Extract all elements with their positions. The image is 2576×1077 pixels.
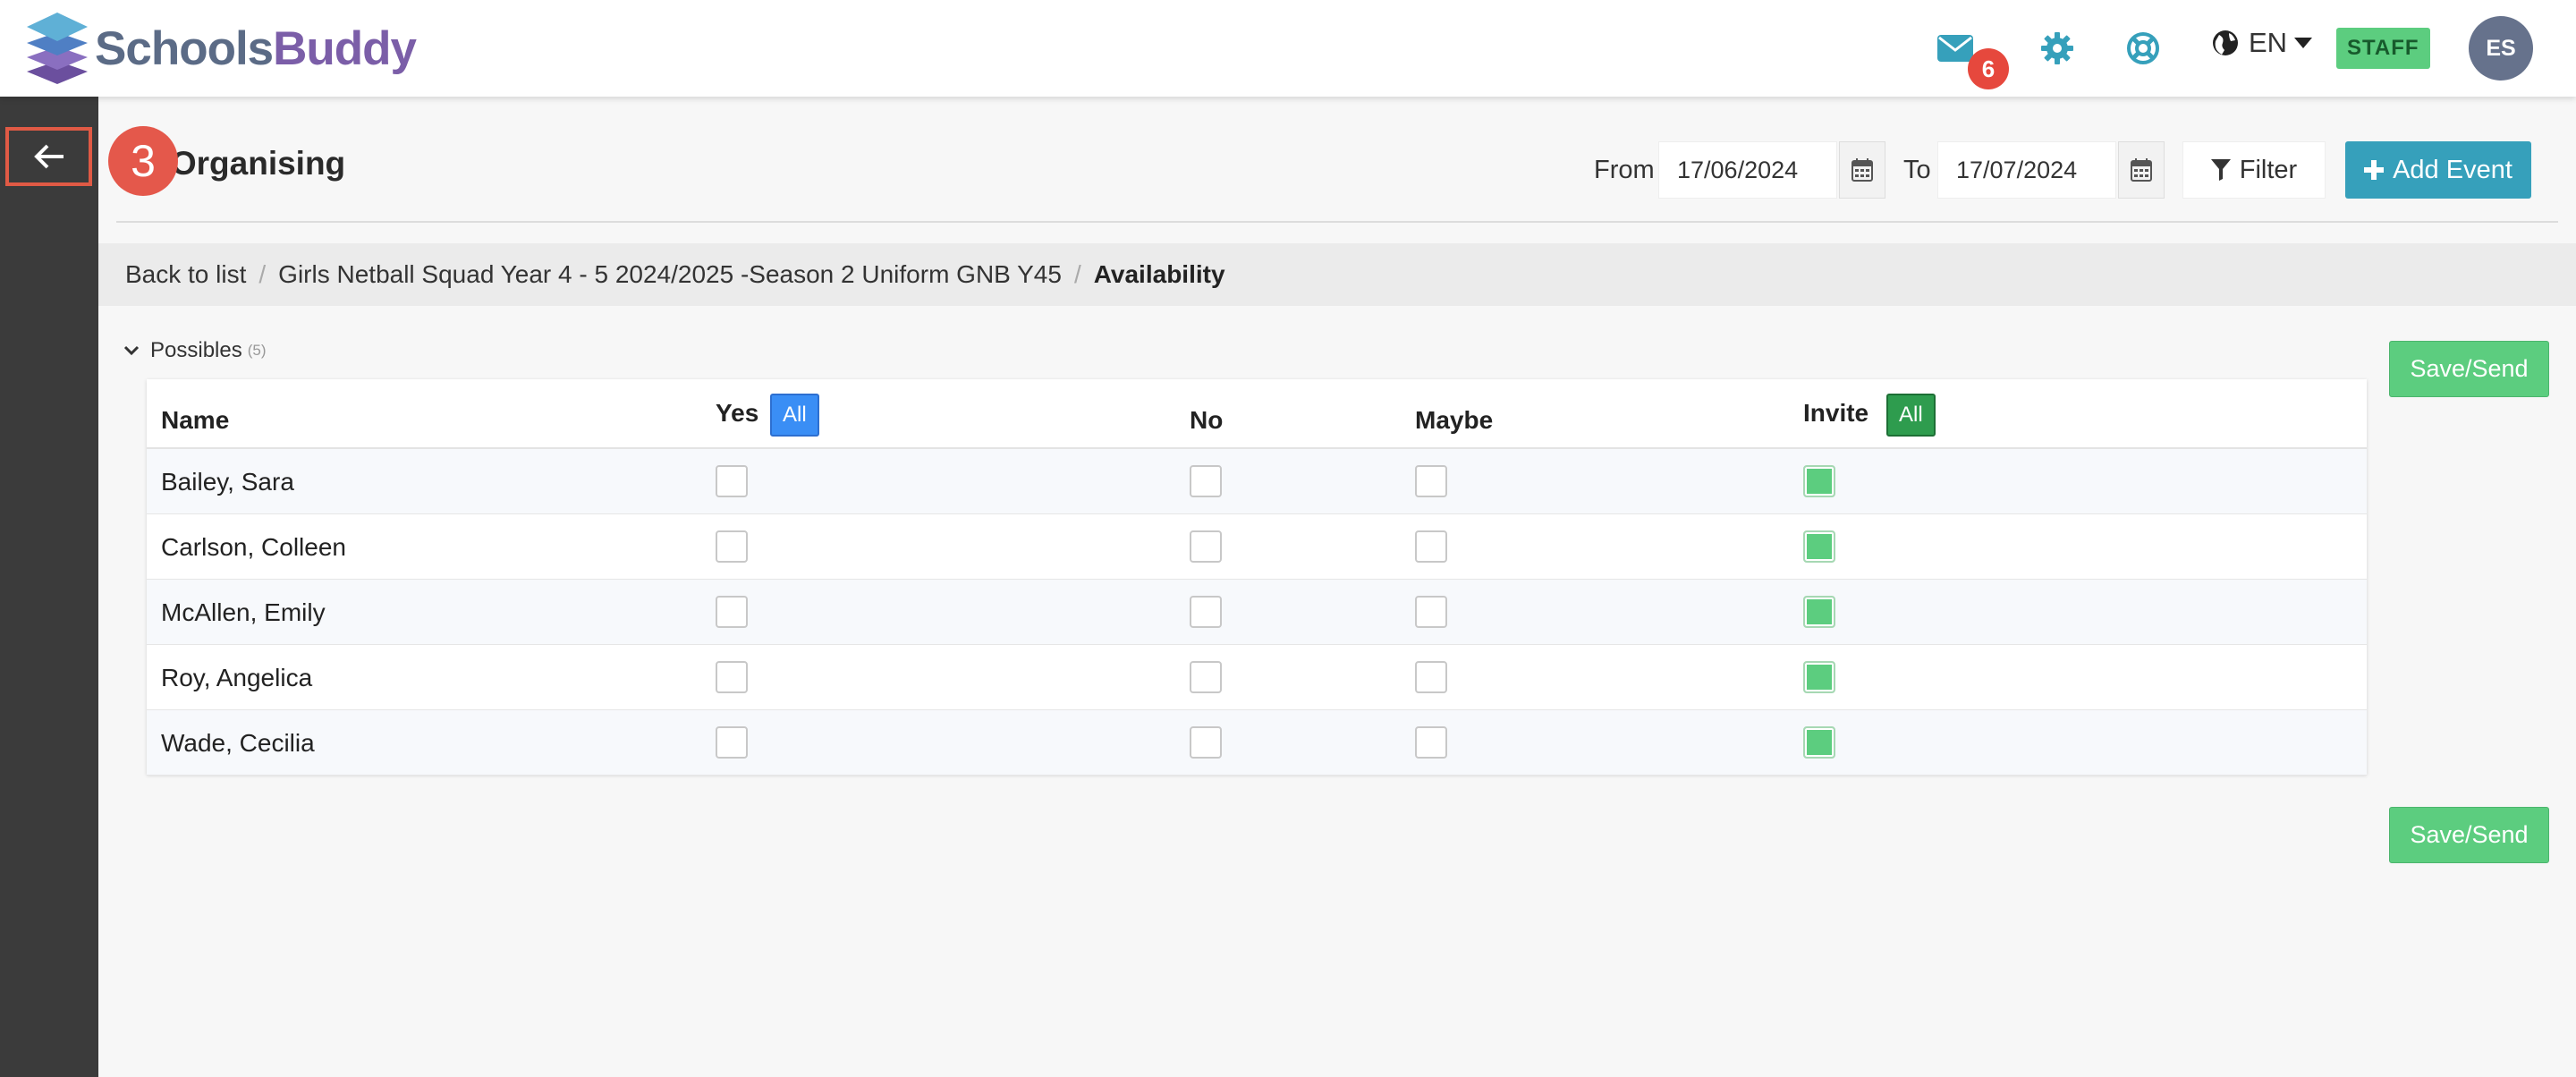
filter-icon (2210, 159, 2231, 181)
globe-icon (2213, 30, 2238, 55)
from-date-input[interactable]: 17/06/2024 (1658, 141, 1837, 199)
availability-table: Name Yes All No Maybe Invite All Bailey,… (147, 379, 2367, 776)
envelope-icon (1937, 35, 1973, 62)
caret-down-icon (2294, 38, 2313, 48)
language-code: EN (2249, 27, 2288, 58)
chevron-down-icon (123, 345, 140, 356)
invite-checkbox[interactable] (1803, 726, 1835, 759)
possibles-title: Possibles (150, 338, 242, 362)
table-row: Bailey, Sara (147, 449, 2367, 514)
column-header-invite: Invite (1803, 399, 1869, 427)
role-badge: STAFF (2336, 28, 2430, 69)
yes-checkbox[interactable] (716, 465, 748, 497)
from-date-picker-button[interactable] (1839, 141, 1885, 199)
from-label: From (1594, 155, 1655, 184)
language-selector[interactable]: EN (2211, 27, 2313, 59)
brand-part-1: Schools (95, 21, 274, 75)
student-name: McAllen, Emily (161, 598, 326, 626)
table-row: Wade, Cecilia (147, 710, 2367, 776)
to-date-picker-button[interactable] (2118, 141, 2165, 199)
maybe-checkbox[interactable] (1415, 465, 1447, 497)
no-checkbox[interactable] (1190, 530, 1222, 563)
table-row: Roy, Angelica (147, 645, 2367, 710)
filter-button[interactable]: Filter (2182, 141, 2326, 199)
maybe-checkbox[interactable] (1415, 726, 1447, 759)
plus-icon (2364, 160, 2385, 180)
add-event-button[interactable]: Add Event (2345, 141, 2531, 199)
invite-checkbox[interactable] (1803, 465, 1835, 497)
logo-text: SchoolsBuddy (95, 21, 417, 76)
save-send-button-bottom[interactable]: Save/Send (2389, 807, 2549, 863)
arrow-left-icon (33, 144, 64, 169)
sidebar-back-button[interactable] (5, 127, 92, 186)
table-header: Name Yes All No Maybe Invite All (147, 379, 2367, 449)
student-name: Bailey, Sara (161, 467, 294, 496)
top-navbar: SchoolsBuddy 6 EN STAFF ES (0, 0, 2576, 97)
no-checkbox[interactable] (1190, 726, 1222, 759)
invite-checkbox[interactable] (1803, 596, 1835, 628)
mail-count-badge: 6 (1968, 48, 2009, 89)
yes-checkbox[interactable] (716, 726, 748, 759)
save-send-button-top[interactable]: Save/Send (2389, 341, 2549, 397)
left-sidebar (0, 97, 98, 1077)
settings-button[interactable] (2038, 29, 2077, 68)
header-divider (116, 221, 2558, 223)
table-row: Carlson, Colleen (147, 514, 2367, 580)
add-event-label: Add Event (2393, 155, 2512, 184)
breadcrumb: Back to list / Girls Netball Squad Year … (98, 243, 2576, 306)
lifebuoy-icon (2127, 32, 2159, 64)
no-checkbox[interactable] (1190, 596, 1222, 628)
to-date-input[interactable]: 17/07/2024 (1937, 141, 2116, 199)
calendar-icon (1852, 158, 1873, 182)
help-button[interactable] (2123, 29, 2163, 68)
maybe-checkbox[interactable] (1415, 596, 1447, 628)
brand-part-2: Buddy (273, 21, 417, 75)
no-checkbox[interactable] (1190, 465, 1222, 497)
maybe-checkbox[interactable] (1415, 661, 1447, 693)
yes-checkbox[interactable] (716, 661, 748, 693)
step-number-badge: 3 (108, 126, 178, 196)
select-all-invite-button[interactable]: All (1886, 394, 1936, 437)
yes-checkbox[interactable] (716, 596, 748, 628)
to-label: To (1903, 155, 1931, 184)
table-row: McAllen, Emily (147, 580, 2367, 645)
breadcrumb-activity[interactable]: Girls Netball Squad Year 4 - 5 2024/2025… (278, 260, 1062, 289)
column-header-yes: Yes (716, 399, 759, 427)
schoolsbuddy-logo[interactable]: SchoolsBuddy (25, 11, 417, 86)
filter-label: Filter (2239, 155, 2298, 184)
logo-layers-icon (25, 11, 89, 86)
column-header-no: No (1190, 406, 1224, 434)
column-header-name: Name (161, 406, 230, 434)
invite-checkbox[interactable] (1803, 661, 1835, 693)
no-checkbox[interactable] (1190, 661, 1222, 693)
student-name: Wade, Cecilia (161, 728, 315, 757)
maybe-checkbox[interactable] (1415, 530, 1447, 563)
select-all-yes-button[interactable]: All (770, 394, 819, 437)
breadcrumb-current: Availability (1093, 260, 1225, 288)
column-header-maybe: Maybe (1415, 406, 1494, 434)
user-avatar[interactable]: ES (2469, 16, 2533, 81)
possibles-section-toggle[interactable]: Possibles (5) (123, 338, 267, 363)
possibles-count: (5) (247, 342, 267, 359)
gear-icon (2041, 32, 2073, 64)
breadcrumb-separator: / (1073, 260, 1081, 288)
calendar-icon (2131, 158, 2152, 182)
invite-checkbox[interactable] (1803, 530, 1835, 563)
breadcrumb-separator: / (258, 260, 267, 288)
yes-checkbox[interactable] (716, 530, 748, 563)
student-name: Roy, Angelica (161, 663, 313, 691)
breadcrumb-back-to-list[interactable]: Back to list (125, 260, 246, 289)
student-name: Carlson, Colleen (161, 532, 346, 561)
